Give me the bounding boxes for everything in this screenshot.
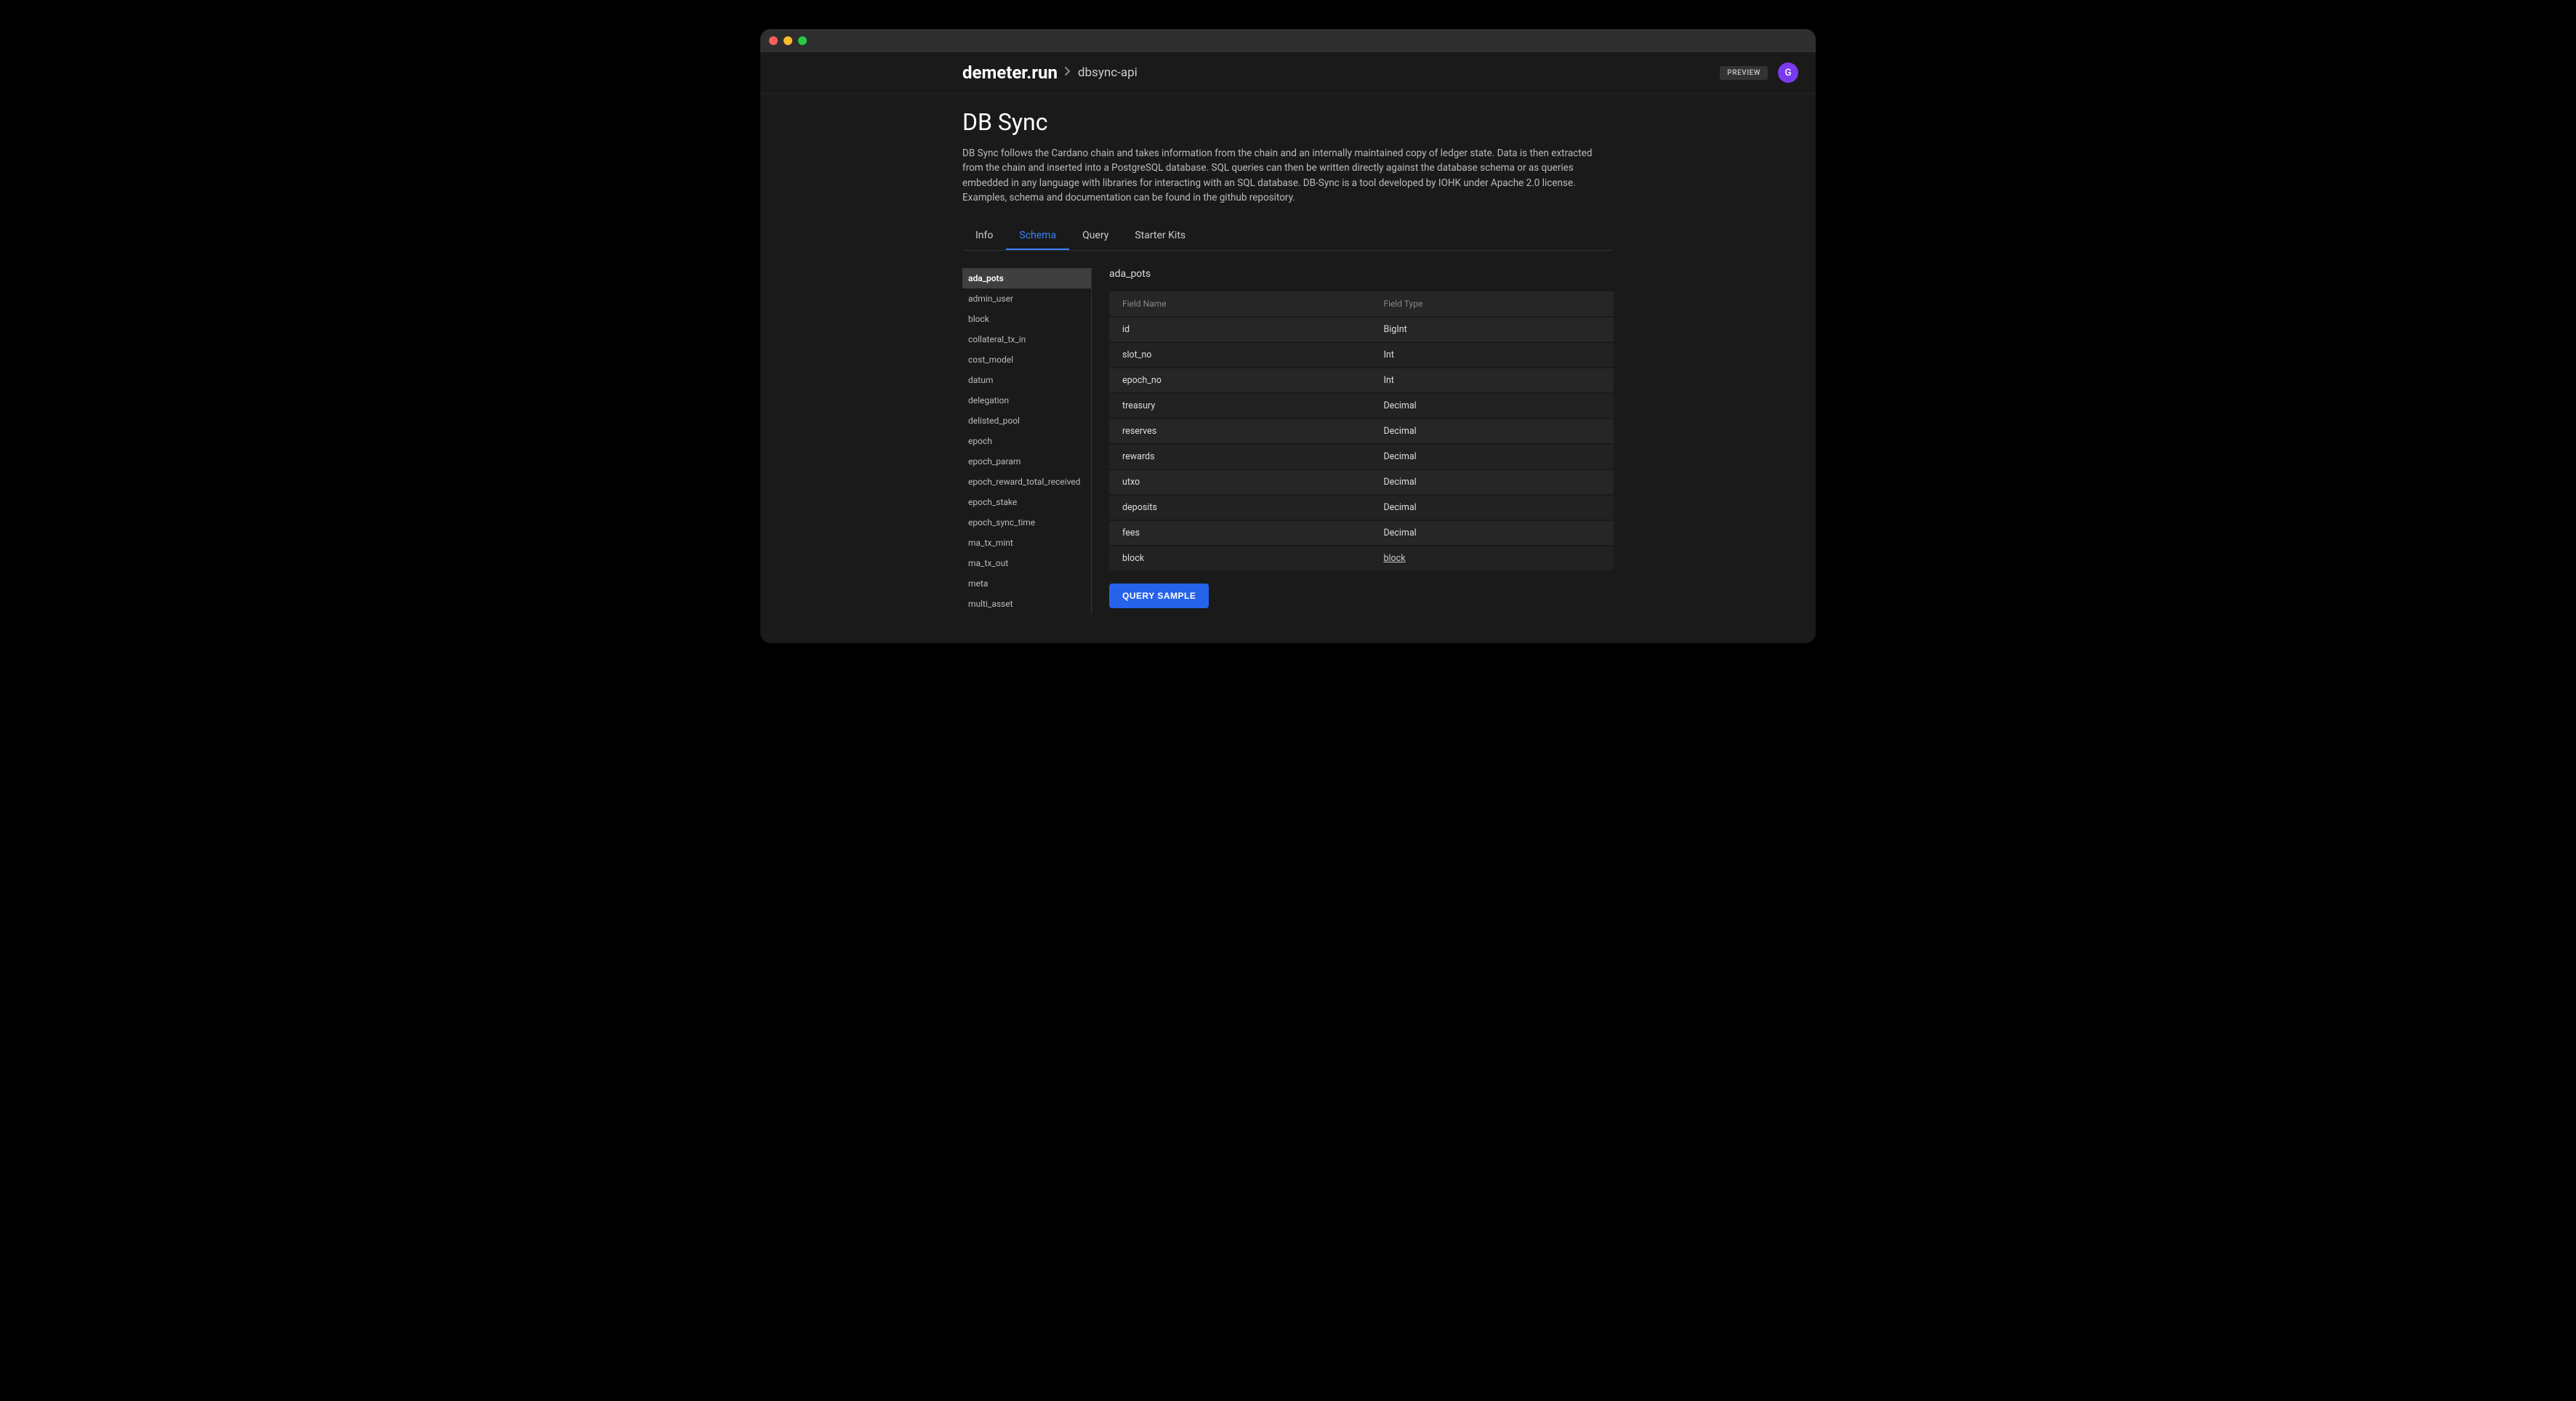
sidebar-item-cost_model[interactable]: cost_model [962, 350, 1091, 370]
sidebar-item-ada_pots[interactable]: ada_pots [962, 268, 1091, 288]
preview-badge: PREVIEW [1720, 66, 1768, 80]
field-name: treasury [1109, 394, 1370, 418]
sidebar-item-epoch[interactable]: epoch [962, 431, 1091, 451]
page-title: DB Sync [962, 108, 1614, 136]
table-row: feesDecimal [1109, 521, 1614, 545]
maximize-icon[interactable] [798, 36, 807, 45]
tab-info[interactable]: Info [962, 222, 1006, 250]
sidebar-item-datum[interactable]: datum [962, 370, 1091, 390]
table-row: reservesDecimal [1109, 419, 1614, 443]
field-type: Decimal [1370, 394, 1614, 418]
table-row: idBigInt [1109, 318, 1614, 342]
field-name: utxo [1109, 470, 1370, 494]
th-field-name: Field Name [1109, 291, 1370, 316]
field-type: block [1370, 546, 1614, 570]
table-row: slot_noInt [1109, 343, 1614, 367]
field-type: Decimal [1370, 445, 1614, 469]
field-type-link[interactable]: block [1383, 553, 1405, 564]
tabs: InfoSchemaQueryStarter Kits [962, 222, 1614, 251]
sidebar-item-ma_tx_out[interactable]: ma_tx_out [962, 553, 1091, 573]
schema-table-name: ada_pots [1109, 268, 1614, 280]
sidebar-item-multi_asset[interactable]: multi_asset [962, 594, 1091, 614]
sidebar-item-epoch_param[interactable]: epoch_param [962, 451, 1091, 472]
field-type: BigInt [1370, 318, 1614, 342]
close-icon[interactable] [769, 36, 778, 45]
sidebar-item-meta[interactable]: meta [962, 573, 1091, 594]
schema-main: ada_pots Field Name Field Type idBigInts… [1109, 268, 1614, 614]
chevron-right-icon [1065, 67, 1071, 78]
field-name: rewards [1109, 445, 1370, 469]
table-row: utxoDecimal [1109, 470, 1614, 494]
table-row: epoch_noInt [1109, 368, 1614, 392]
field-name: id [1109, 318, 1370, 342]
field-name: block [1109, 546, 1370, 570]
query-sample-button[interactable]: QUERY SAMPLE [1109, 584, 1209, 608]
field-type: Decimal [1370, 419, 1614, 443]
brand-logo[interactable]: demeter.run [962, 62, 1058, 83]
sidebar-item-delegation[interactable]: delegation [962, 390, 1091, 411]
breadcrumb: demeter.run dbsync-api [962, 62, 1138, 83]
field-name: epoch_no [1109, 368, 1370, 392]
minimize-icon[interactable] [784, 36, 792, 45]
field-type: Decimal [1370, 521, 1614, 545]
sidebar-item-admin_user[interactable]: admin_user [962, 288, 1091, 309]
header-right: PREVIEW G [1720, 62, 1798, 83]
table-row: treasuryDecimal [1109, 394, 1614, 418]
table-row: rewardsDecimal [1109, 445, 1614, 469]
sidebar-item-ma_tx_mint[interactable]: ma_tx_mint [962, 533, 1091, 553]
sidebar-item-epoch_sync_time[interactable]: epoch_sync_time [962, 512, 1091, 533]
field-name: deposits [1109, 496, 1370, 520]
field-type: Decimal [1370, 496, 1614, 520]
header: demeter.run dbsync-api PREVIEW G [760, 52, 1816, 94]
sidebar-item-collateral_tx_in[interactable]: collateral_tx_in [962, 329, 1091, 350]
page-description: DB Sync follows the Cardano chain and ta… [962, 146, 1614, 205]
breadcrumb-page[interactable]: dbsync-api [1078, 65, 1138, 80]
sidebar-item-delisted_pool[interactable]: delisted_pool [962, 411, 1091, 431]
sidebar: ada_potsadmin_userblockcollateral_tx_inc… [962, 268, 1092, 614]
table-row: depositsDecimal [1109, 496, 1614, 520]
tab-query[interactable]: Query [1069, 222, 1122, 250]
content: DB Sync DB Sync follows the Cardano chai… [760, 94, 1816, 643]
field-name: slot_no [1109, 343, 1370, 367]
tab-schema[interactable]: Schema [1006, 222, 1069, 250]
fields-table: Field Name Field Type idBigIntslot_noInt… [1109, 290, 1614, 572]
field-type: Int [1370, 343, 1614, 367]
field-name: fees [1109, 521, 1370, 545]
field-name: reserves [1109, 419, 1370, 443]
avatar[interactable]: G [1778, 62, 1798, 83]
schema-layout: ada_potsadmin_userblockcollateral_tx_inc… [962, 268, 1614, 614]
table-row: block block [1109, 546, 1614, 570]
sidebar-item-epoch_stake[interactable]: epoch_stake [962, 492, 1091, 512]
tab-starter-kits[interactable]: Starter Kits [1122, 222, 1199, 250]
titlebar [760, 29, 1816, 52]
field-type: Int [1370, 368, 1614, 392]
field-type: Decimal [1370, 470, 1614, 494]
app-window: demeter.run dbsync-api PREVIEW G DB Sync… [760, 29, 1816, 643]
sidebar-item-block[interactable]: block [962, 309, 1091, 329]
sidebar-item-epoch_reward_total_received[interactable]: epoch_reward_total_received [962, 472, 1091, 492]
th-field-type: Field Type [1370, 291, 1614, 316]
